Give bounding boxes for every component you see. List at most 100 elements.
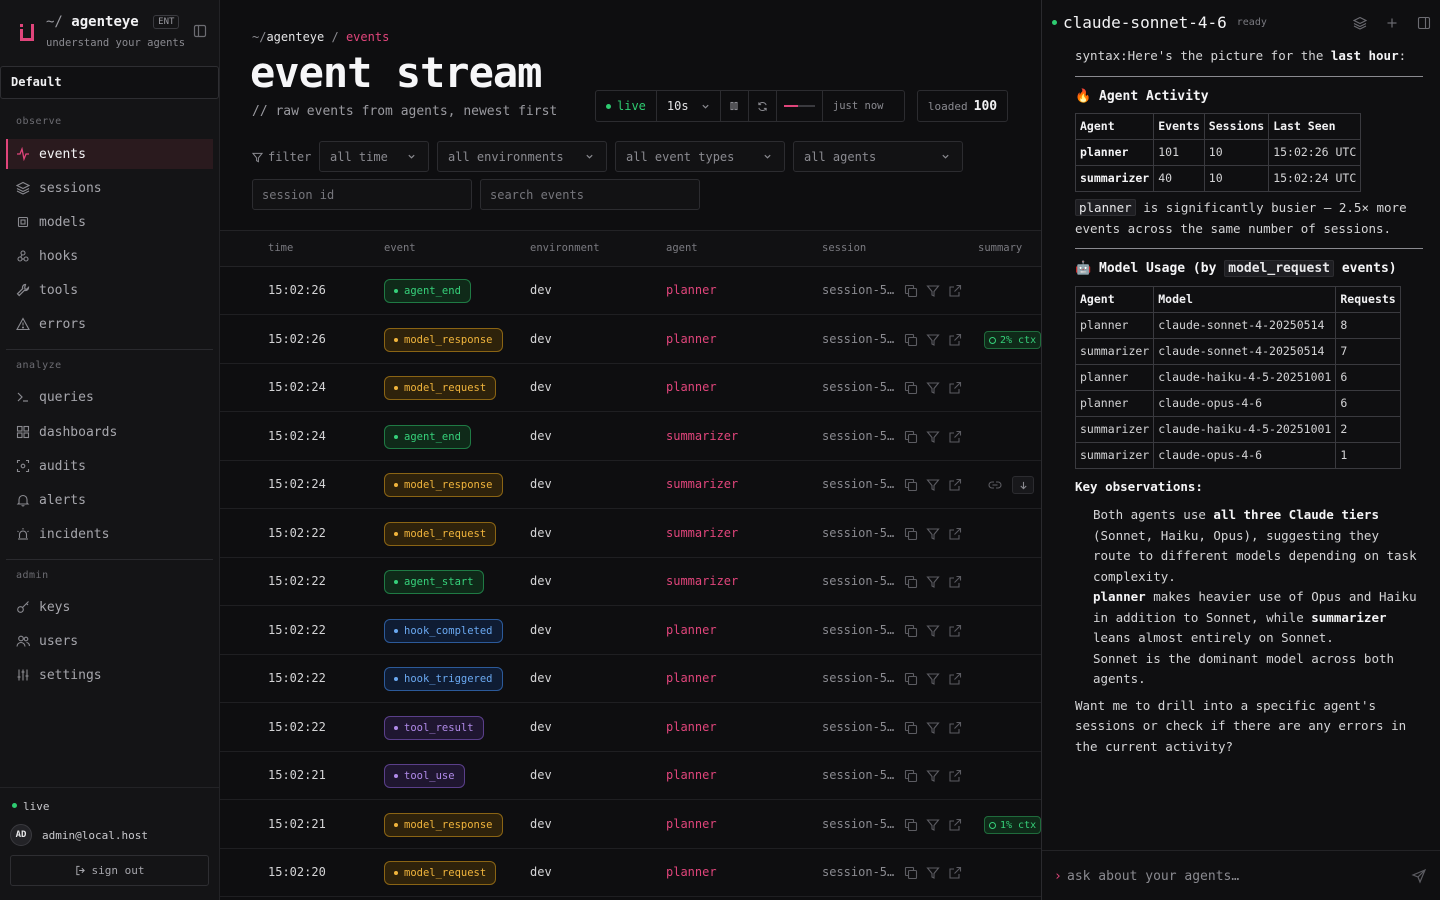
event-session[interactable]: session-5… (822, 768, 894, 782)
agent-select[interactable]: all agents (793, 141, 963, 172)
event-agent[interactable]: planner (666, 720, 717, 734)
sidebar-item-audits[interactable]: audits (6, 451, 213, 481)
table-row[interactable]: 15:02:24 model_request dev planner session-5… (220, 364, 1041, 412)
table-row[interactable]: 15:02:22 hook_completed dev planner session-… (220, 606, 1041, 655)
external-link-icon[interactable] (948, 575, 962, 589)
table-row[interactable]: 15:02:26 agent_end dev planner session-5… (220, 267, 1041, 315)
column-header-event[interactable]: event (384, 242, 416, 254)
external-link-icon[interactable] (948, 284, 962, 298)
copy-icon[interactable] (904, 381, 918, 395)
chat-input[interactable] (1067, 863, 1397, 889)
filter-icon[interactable] (926, 769, 940, 783)
external-link-icon[interactable] (948, 818, 962, 832)
copy-icon[interactable] (904, 284, 918, 298)
table-row[interactable]: 15:02:24 agent_end dev summarizer session-5… (220, 412, 1041, 461)
event-type-badge[interactable]: tool_result (384, 716, 484, 740)
column-header-agent[interactable]: agent (666, 242, 698, 254)
event-agent[interactable]: summarizer (666, 526, 738, 540)
sidebar-item-alerts[interactable]: alerts (6, 485, 213, 515)
event-session[interactable]: session-5… (822, 671, 894, 685)
toggle-panel-icon[interactable] (1417, 16, 1431, 30)
breadcrumb-app[interactable]: agenteye (266, 30, 324, 44)
event-session[interactable]: session-5… (822, 623, 894, 637)
external-link-icon[interactable] (948, 430, 962, 444)
filter-icon[interactable] (926, 284, 940, 298)
refresh-interval-select[interactable]: 10s (657, 91, 721, 121)
sidebar-item-incidents[interactable]: incidents (6, 519, 213, 549)
sidebar-item-events[interactable]: events (6, 139, 213, 169)
event-session[interactable]: session-5… (822, 720, 894, 734)
event-agent[interactable]: planner (666, 332, 717, 346)
filter-icon[interactable] (926, 381, 940, 395)
sidebar-item-dashboards[interactable]: dashboards (6, 417, 213, 447)
event-agent[interactable]: summarizer (666, 429, 738, 443)
copy-icon[interactable] (904, 624, 918, 638)
event-session[interactable]: session-5… (822, 380, 894, 394)
event-type-badge[interactable]: tool_use (384, 764, 465, 788)
brand[interactable]: ~/ agenteye ENT understand your agents (14, 14, 214, 54)
column-header-summary[interactable]: summary (978, 242, 1022, 254)
sidebar-item-sessions[interactable]: sessions (6, 173, 213, 203)
search-events-input[interactable] (480, 179, 700, 210)
sidebar-item-tools[interactable]: tools (6, 275, 213, 305)
workspace-selector[interactable]: Default (0, 66, 219, 99)
table-row[interactable]: 15:02:22 tool_result dev planner session-5… (220, 703, 1041, 752)
event-session[interactable]: session-5… (822, 477, 894, 491)
external-link-icon[interactable] (948, 866, 962, 880)
event-agent[interactable]: summarizer (666, 477, 738, 491)
column-header-environment[interactable]: environment (530, 242, 600, 254)
filter-icon[interactable] (926, 624, 940, 638)
filter-icon[interactable] (926, 527, 940, 541)
table-row[interactable]: 15:02:24 model_response dev summarizer sessi… (220, 461, 1041, 509)
external-link-icon[interactable] (948, 478, 962, 492)
filter-icon[interactable] (926, 721, 940, 735)
external-link-icon[interactable] (948, 624, 962, 638)
link-icon[interactable] (988, 478, 1002, 492)
event-agent[interactable]: planner (666, 817, 717, 831)
event-agent[interactable]: planner (666, 865, 717, 879)
download-button[interactable] (1012, 476, 1034, 494)
event-type-badge[interactable]: hook_completed (384, 619, 503, 643)
breadcrumb-root[interactable]: ~/ (252, 30, 266, 44)
event-type-badge[interactable]: model_response (384, 813, 503, 837)
pause-button[interactable] (721, 91, 749, 121)
table-row[interactable]: 15:02:22 agent_start dev summarizer session-… (220, 558, 1041, 606)
event-session[interactable]: session-5… (822, 283, 894, 297)
copy-icon[interactable] (904, 721, 918, 735)
filter-icon[interactable] (926, 575, 940, 589)
external-link-icon[interactable] (948, 672, 962, 686)
event-session[interactable]: session-5… (822, 526, 894, 540)
column-header-time[interactable]: time (268, 242, 293, 254)
table-row[interactable]: 15:02:22 model_request dev summarizer sessio… (220, 509, 1041, 558)
filter-icon[interactable] (926, 333, 940, 347)
column-header-session[interactable]: session (822, 242, 866, 254)
copy-icon[interactable] (904, 527, 918, 541)
sidebar-item-users[interactable]: users (6, 626, 213, 656)
event-type-badge[interactable]: model_response (384, 473, 503, 497)
event-session[interactable]: session-5… (822, 332, 894, 346)
table-row[interactable]: 15:02:21 tool_use dev planner session-5… (220, 752, 1041, 800)
event-type-badge[interactable]: agent_end (384, 279, 471, 303)
event-type-badge[interactable]: agent_end (384, 425, 471, 449)
event-session[interactable]: session-5… (822, 429, 894, 443)
history-layers-icon[interactable] (1353, 16, 1367, 30)
sidebar-item-hooks[interactable]: hooks (6, 241, 213, 271)
sidebar-item-queries[interactable]: queries (6, 382, 213, 412)
environment-select[interactable]: all environments (437, 141, 607, 172)
copy-icon[interactable] (904, 478, 918, 492)
copy-icon[interactable] (904, 769, 918, 783)
event-type-badge[interactable]: hook_triggered (384, 667, 503, 691)
event-type-select[interactable]: all event types (615, 141, 785, 172)
event-agent[interactable]: planner (666, 671, 717, 685)
external-link-icon[interactable] (948, 527, 962, 541)
new-chat-plus-icon[interactable] (1385, 16, 1399, 30)
live-toggle[interactable]: live (596, 91, 657, 121)
table-row[interactable]: 15:02:22 hook_triggered dev planner session-… (220, 655, 1041, 703)
event-agent[interactable]: summarizer (666, 574, 738, 588)
copy-icon[interactable] (904, 430, 918, 444)
event-type-badge[interactable]: model_request (384, 861, 497, 885)
event-type-badge[interactable]: model_request (384, 376, 497, 400)
event-type-badge[interactable]: model_response (384, 328, 503, 352)
sidebar-item-settings[interactable]: settings (6, 660, 213, 690)
filter-icon[interactable] (926, 818, 940, 832)
